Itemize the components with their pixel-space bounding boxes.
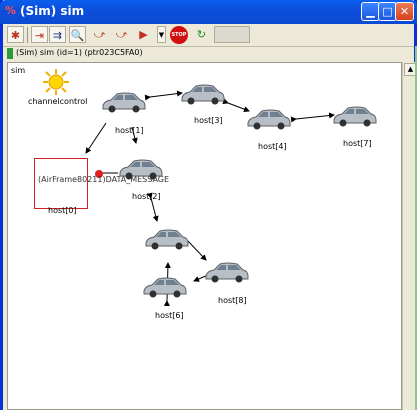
host3-car-icon[interactable] [180,83,226,105]
host4-label: host[4] [258,142,287,151]
host2-car-icon[interactable] [144,228,190,250]
host3-label: host[3] [194,116,223,125]
close-button[interactable]: ✕ [395,2,414,21]
info-text: (Sim) sim (id=1) (ptr023C5FA0) [16,48,143,57]
step-icon[interactable]: ⇥ [31,26,48,43]
host4-car-icon[interactable] [246,108,292,130]
host8-label: host[8] [218,296,247,305]
network-title: sim [11,66,26,75]
network-canvas[interactable]: sim channelcontrol (AirFrame80211)DATA_M… [7,62,402,410]
inspect-icon[interactable]: 🔍 [69,26,86,43]
host5-car-icon[interactable] [118,158,164,180]
host7-car-icon[interactable] [332,105,378,127]
title-bar[interactable]: % (Sim) sim ▁ □ ✕ [0,0,417,24]
host1-car-icon[interactable] [101,91,147,113]
run-icon[interactable]: ✱ [7,26,24,43]
fast-icon[interactable]: ⇉ [49,26,66,43]
status-indicator [7,48,13,59]
toolbar-separator [27,27,28,43]
until-icon[interactable]: ⤻ [113,26,130,43]
host2-label: host[2] [132,192,161,201]
run-until-icon[interactable]: ▶ [135,26,152,43]
channelcontrol-label: channelcontrol [28,97,88,106]
channelcontrol-sun-icon[interactable] [42,68,70,96]
host8-car-icon[interactable] [204,261,250,283]
info-bar: (Sim) sim (id=1) (ptr023C5FA0) [3,46,414,61]
window-title: (Sim) sim [20,4,85,18]
host6-car-icon[interactable] [142,276,188,298]
refresh-icon[interactable]: ↻ [193,26,210,43]
host7-label: host[7] [343,139,372,148]
host0-label: host[0] [48,206,77,215]
host6-label: host[6] [155,311,184,320]
stop-button[interactable]: STOP [170,26,188,44]
app-window: % (Sim) sim ▁ □ ✕ ✱ ⇥ ⇉ 🔍 ⤻ ⤻ ▶ ▼ STOP ↻… [0,0,417,410]
vertical-scrollbar[interactable]: ▲ [402,62,417,410]
app-icon: % [5,4,17,17]
dropdown-arrow-icon[interactable]: ▼ [157,26,166,43]
host1-label: host[1] [115,126,144,135]
speed-slider[interactable] [214,26,250,43]
express-icon[interactable]: ⤻ [91,26,108,43]
toolbar: ✱ ⇥ ⇉ 🔍 ⤻ ⤻ ▶ ▼ STOP ↻ [3,24,414,46]
